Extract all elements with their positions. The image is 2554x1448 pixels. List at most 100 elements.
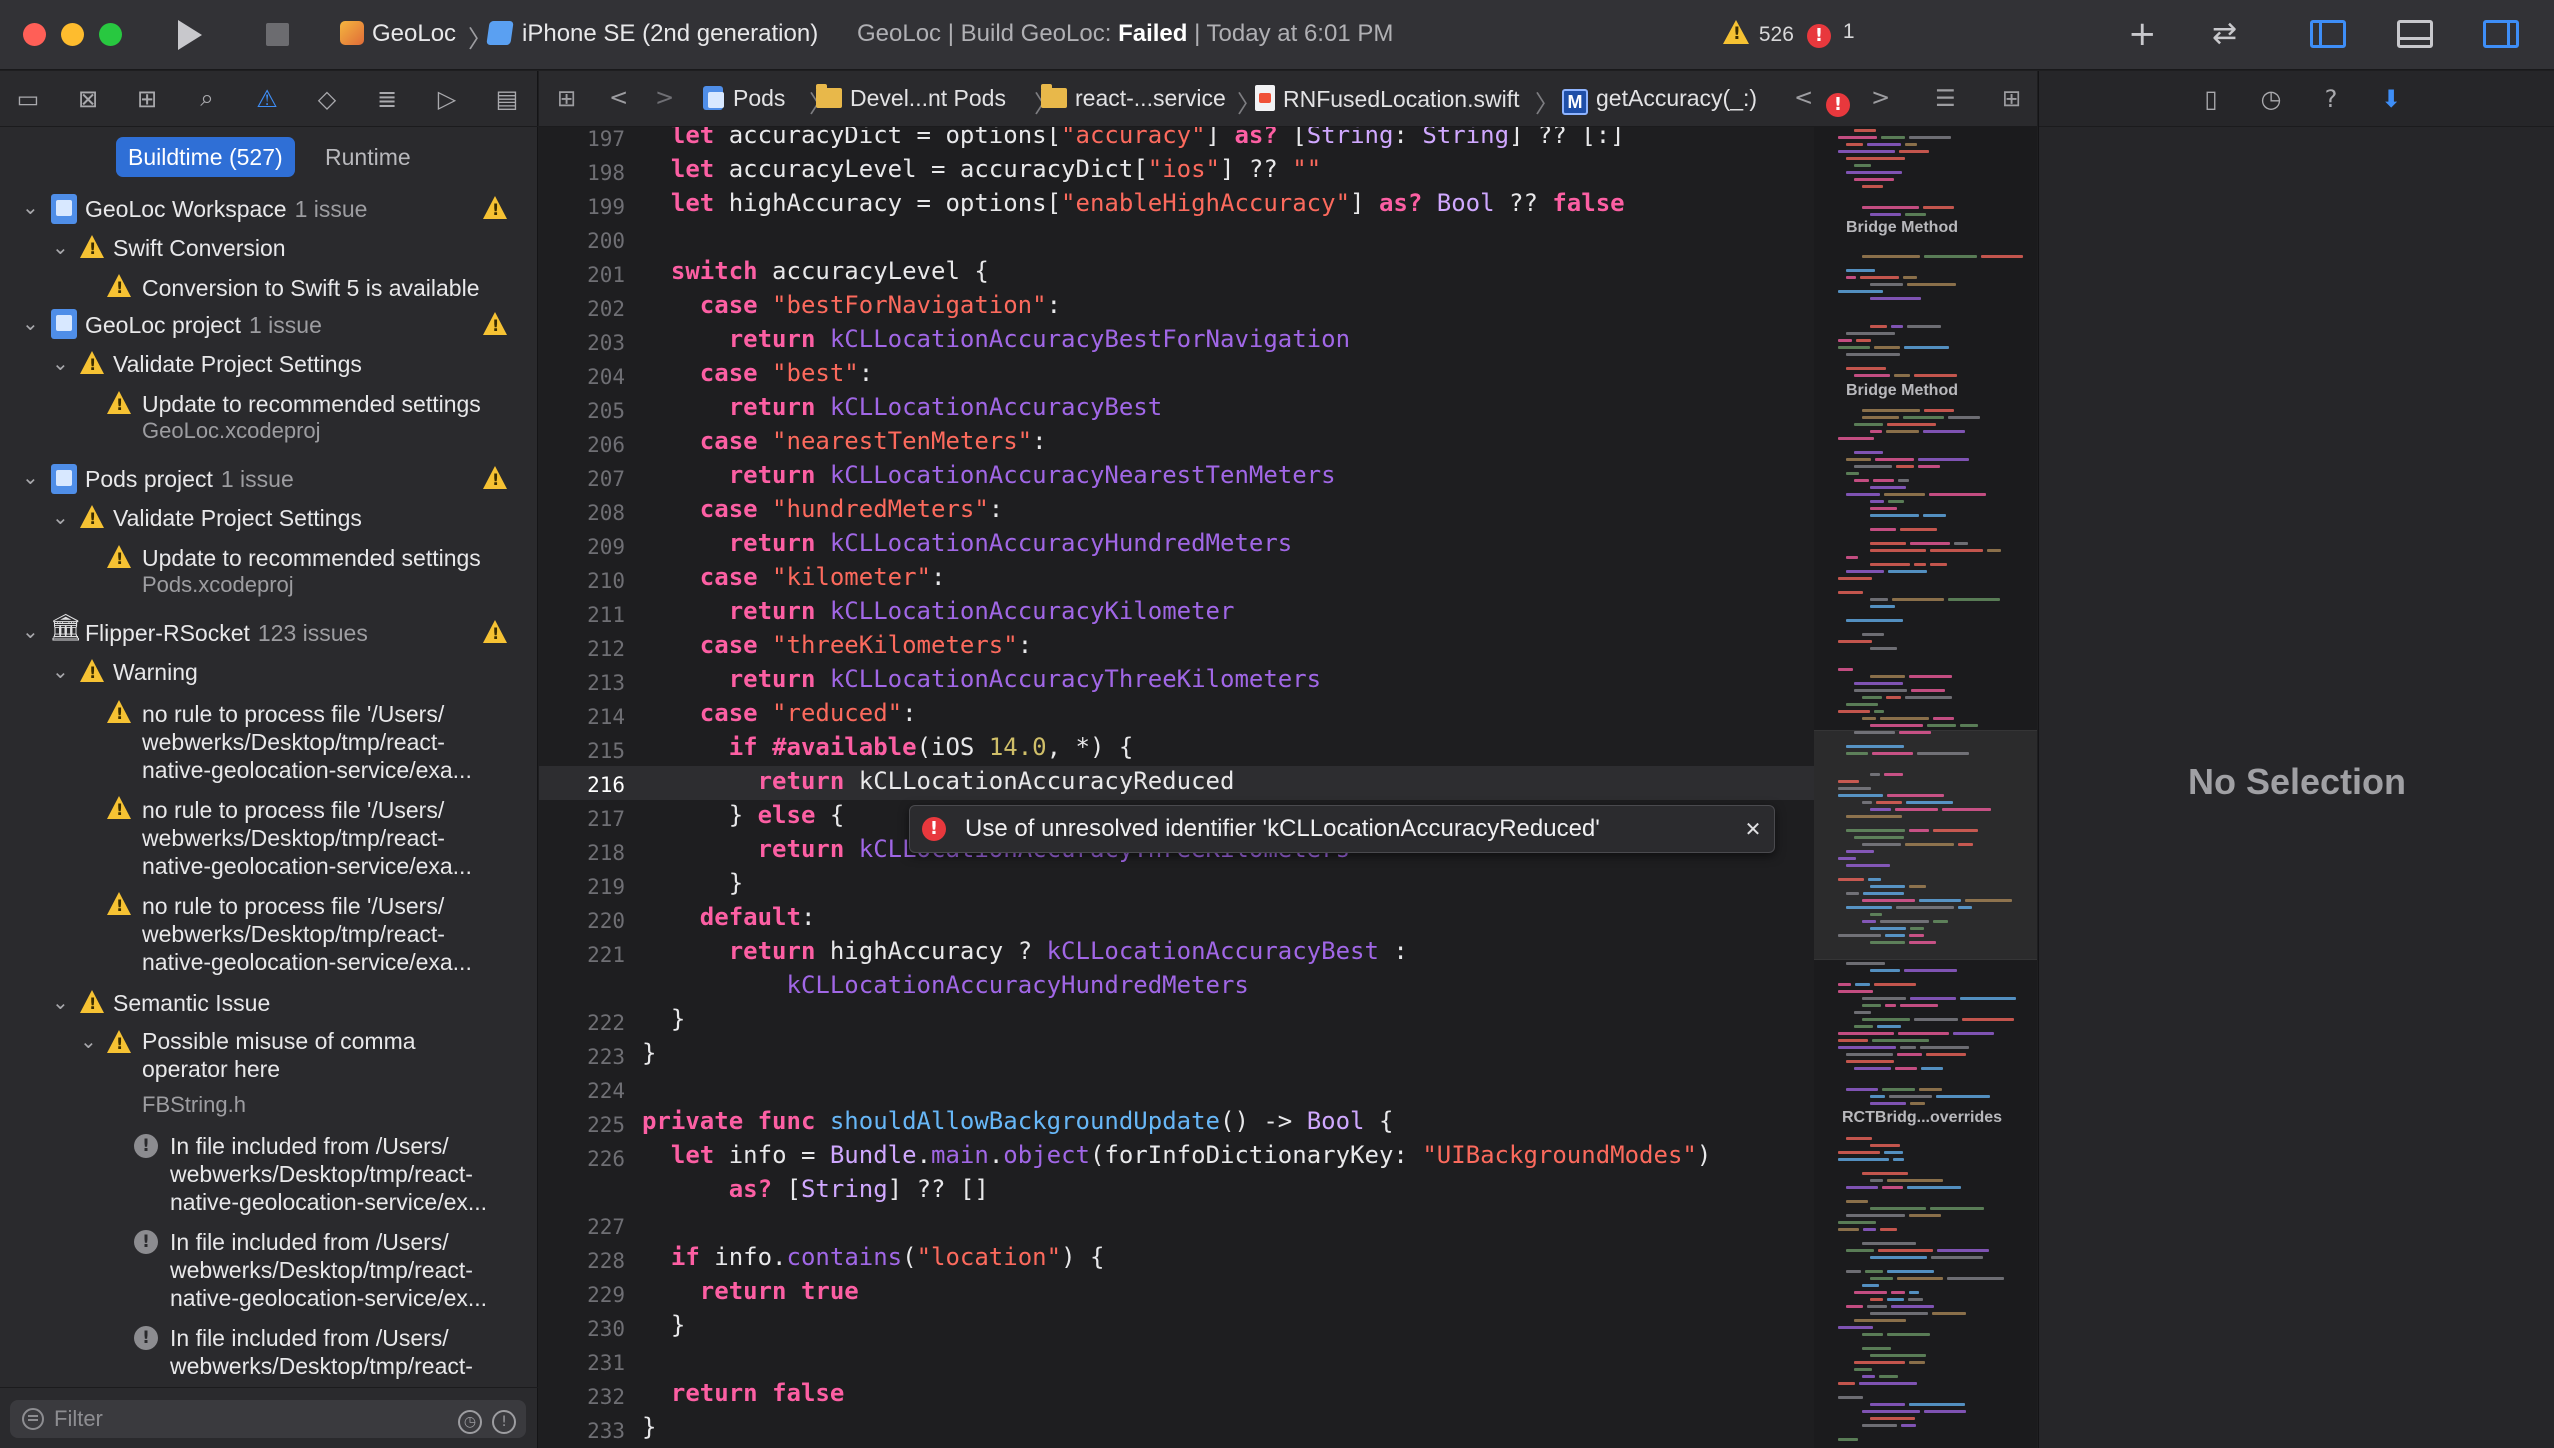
source-editor[interactable]: 197 198 199 200 201 202 203 204 205 206 … — [539, 127, 1814, 1448]
review-changes-icon[interactable]: ⇄ — [2212, 16, 2237, 51]
minimap-stroke — [1846, 367, 1886, 370]
add-editor-icon[interactable]: ⊞ — [2002, 85, 2021, 112]
filter-input[interactable]: Filter — [10, 1400, 526, 1438]
minimap-stroke — [1870, 927, 1906, 930]
issue-group-workspace[interactable]: GeoLoc Workspace 1 issue — [85, 193, 367, 233]
warning-icon — [107, 796, 131, 824]
close-icon[interactable]: ✕ — [1742, 818, 1764, 840]
minimap-stroke — [1846, 815, 1902, 818]
back-icon[interactable]: < — [609, 85, 628, 111]
stop-icon[interactable] — [266, 23, 289, 46]
find-navigator-icon[interactable]: ⌕ — [191, 85, 223, 113]
issue-category-validate-settings[interactable]: Validate Project Settings — [113, 502, 362, 542]
close-window-button[interactable] — [23, 23, 46, 46]
file-inspector-icon[interactable]: ▯ — [2195, 85, 2227, 113]
breadcrumb-pods[interactable]: Pods — [703, 85, 785, 112]
error-counter[interactable]: ! 1 — [1807, 20, 1855, 48]
adjust-editor-icon[interactable]: ☰ — [1935, 85, 1956, 112]
minimap-stroke — [1909, 934, 1924, 937]
minimap-stroke — [1924, 409, 1954, 412]
minimap-stroke — [1846, 332, 1895, 335]
issue-group-geoloc-project[interactable]: GeoLoc project 1 issue — [85, 309, 322, 349]
line-number: 197 — [587, 127, 625, 151]
minimap-stroke — [1870, 724, 1923, 727]
minimap[interactable]: Bridge Method Bridge Method RCTBridg...o… — [1814, 127, 2037, 1448]
test-navigator-icon[interactable]: ◇ — [311, 85, 343, 114]
previous-issue-icon[interactable]: < — [1794, 85, 1813, 111]
chevron-down-icon[interactable]: ⌄ — [22, 195, 39, 220]
issue-comma-operator[interactable]: Possible misuse of comma operator here — [142, 1027, 432, 1083]
issue-group-flipper-rsocket[interactable]: Flipper-RSocket 123 issues — [85, 617, 368, 657]
recent-filter-icon[interactable]: ◷ — [458, 1410, 482, 1434]
minimap-stroke — [1870, 213, 1901, 216]
minimap-stroke — [1846, 745, 1904, 748]
history-inspector-icon[interactable]: ◷ — [2255, 85, 2287, 113]
minimap-stroke — [1885, 934, 1905, 937]
minimap-stroke — [1879, 1375, 1898, 1378]
minimap-stroke — [1854, 1368, 1872, 1371]
issue-category-semantic[interactable]: Semantic Issue — [113, 987, 270, 1027]
issue-no-rule[interactable]: no rule to process file '/Users/ webwerk… — [142, 700, 512, 784]
breadcrumb-method[interactable]: MgetAccuracy(_:) — [1562, 85, 1757, 115]
minimap-stroke — [1933, 920, 1948, 923]
attributes-inspector-icon[interactable]: ⬇ — [2375, 85, 2407, 113]
runtime-tab[interactable]: Runtime — [313, 137, 423, 177]
issue-category-warning[interactable]: Warning — [113, 656, 198, 696]
issue-no-rule[interactable]: no rule to process file '/Users/ webwerk… — [142, 892, 512, 976]
minimap-stroke — [1870, 941, 1905, 944]
issue-group-pods-project[interactable]: Pods project 1 issue — [85, 463, 294, 503]
next-issue-icon[interactable]: > — [1871, 85, 1890, 111]
source-control-navigator-icon[interactable]: ⊠ — [72, 85, 104, 114]
minimize-window-button[interactable] — [61, 23, 84, 46]
minimap-stroke — [1846, 458, 1871, 461]
minimap-stroke — [1838, 1158, 1889, 1161]
related-items-icon[interactable]: ⊞ — [557, 85, 576, 112]
breadcrumb-file[interactable]: RNFusedLocation.swift — [1255, 85, 1520, 113]
scheme-selector[interactable]: GeoLoc — [340, 20, 456, 48]
issue-category-validate-settings[interactable]: Validate Project Settings — [113, 348, 362, 388]
chevron-down-icon[interactable]: ⌄ — [80, 1029, 97, 1054]
issue-navigator-icon[interactable]: ⚠ — [251, 85, 283, 114]
help-inspector-icon[interactable]: ? — [2315, 85, 2347, 113]
symbol-navigator-icon[interactable]: ⊞ — [131, 85, 163, 114]
chevron-down-icon[interactable]: ⌄ — [22, 465, 39, 490]
buildtime-tab[interactable]: Buildtime (527) — [116, 137, 295, 177]
warning-counter[interactable]: 526 — [1723, 20, 1794, 47]
issue-category-swift-conversion[interactable]: Swift Conversion — [113, 232, 286, 272]
zoom-window-button[interactable] — [99, 23, 122, 46]
issue-swift5-conversion[interactable]: Conversion to Swift 5 is available — [142, 272, 480, 312]
report-navigator-icon[interactable]: ▤ — [491, 85, 523, 114]
issue-no-rule[interactable]: no rule to process file '/Users/ webwerk… — [142, 796, 512, 880]
error-annotation-popup[interactable]: ! Use of unresolved identifier 'kCLLocat… — [909, 805, 1775, 853]
chevron-down-icon[interactable]: ⌄ — [22, 311, 39, 336]
project-navigator-icon[interactable]: ▭ — [12, 85, 44, 114]
chevron-down-icon[interactable]: ⌄ — [52, 351, 69, 376]
chevron-down-icon[interactable]: ⌄ — [52, 990, 69, 1015]
minimap-stroke — [1903, 416, 1944, 419]
navigator-toggle-icon[interactable] — [2310, 20, 2346, 48]
run-icon[interactable] — [178, 20, 202, 50]
breadcrumb-react-service[interactable]: react-...service — [1041, 84, 1226, 112]
breadcrumb-development-pods[interactable]: Devel...nt Pods — [816, 84, 1006, 112]
breakpoint-navigator-icon[interactable]: ▷ — [431, 85, 463, 114]
issue-note-included-from[interactable]: In file included from /Users/ webwerks/D… — [170, 1132, 515, 1216]
chevron-down-icon[interactable]: ⌄ — [22, 619, 39, 644]
device-selector[interactable]: iPhone SE (2nd generation) — [486, 20, 818, 48]
add-icon[interactable]: + — [2128, 14, 2157, 54]
debug-navigator-icon[interactable]: ≣ — [371, 85, 403, 114]
code-line: case "hundredMeters": — [699, 495, 1004, 523]
debug-area-toggle-icon[interactable] — [2397, 20, 2433, 48]
error-count: 1 — [1842, 20, 1855, 43]
minimap-stroke — [1895, 1067, 1917, 1070]
issue-note-included-from[interactable]: In file included from /Users/ webwerks/D… — [170, 1228, 515, 1312]
chevron-down-icon[interactable]: ⌄ — [52, 235, 69, 260]
chevron-down-icon[interactable]: ⌄ — [52, 505, 69, 530]
minimap-stroke — [1854, 374, 1890, 377]
inspector-toggle-icon[interactable] — [2483, 20, 2519, 48]
chevron-down-icon[interactable]: ⌄ — [52, 659, 69, 684]
error-icon[interactable]: ! — [1826, 86, 1850, 117]
minimap-stroke — [1862, 1375, 1875, 1378]
errors-only-filter-icon[interactable]: ! — [492, 1410, 516, 1434]
forward-icon[interactable]: > — [655, 85, 674, 111]
issue-note-included-from[interactable]: In file included from /Users/ webwerks/D… — [170, 1324, 515, 1380]
